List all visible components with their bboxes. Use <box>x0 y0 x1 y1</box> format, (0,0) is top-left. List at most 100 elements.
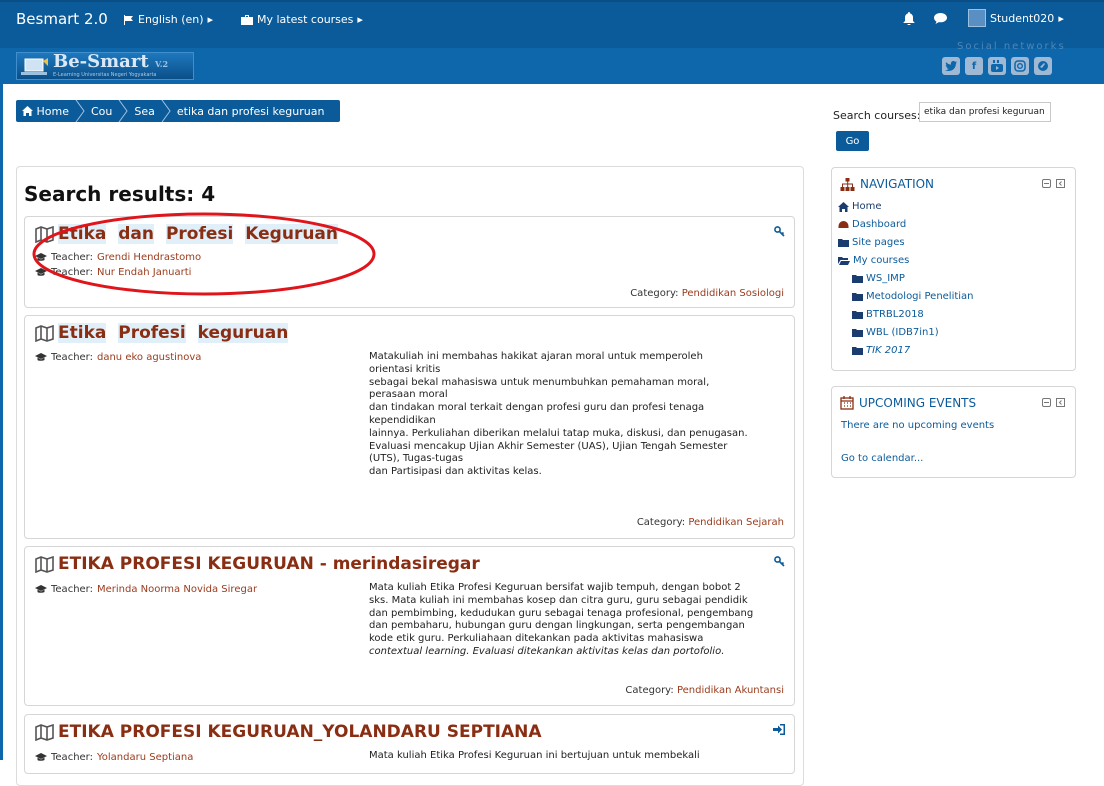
language-label: English (en) <box>138 13 204 26</box>
enrol-icon[interactable] <box>773 724 785 735</box>
twitter-icon[interactable] <box>942 57 960 75</box>
search-go-button[interactable]: Go <box>836 131 869 151</box>
nav-my-courses[interactable]: My courses <box>838 255 909 266</box>
logo-subtitle: E-Learning Universitas Negeri Yogyakarta <box>53 72 157 78</box>
dock-icon[interactable] <box>1056 398 1065 407</box>
briefcase-icon <box>241 14 253 25</box>
teacher-link[interactable]: Merinda Noorma Novida Siregar <box>97 584 257 595</box>
language-menu[interactable]: English (en) ▸ <box>123 13 213 26</box>
breadcrumb: Home Cou Sea etika dan profesi keguruan <box>16 100 341 122</box>
course-title-link[interactable]: Etika Profesi keguruan <box>35 323 289 343</box>
key-icon[interactable] <box>774 556 785 567</box>
top-navbar: Besmart 2.0 English (en) ▸ My latest cou… <box>0 0 1104 48</box>
computer-logo-icon <box>21 58 48 75</box>
breadcrumb-separator-icon <box>118 100 128 122</box>
category-row: Category: Pendidikan Akuntansi <box>625 685 784 696</box>
breadcrumb-separator-icon <box>161 100 171 122</box>
web-icon[interactable] <box>1034 57 1052 75</box>
nav-course-tik2017[interactable]: TIK 2017 <box>852 345 910 356</box>
nav-dashboard[interactable]: Dashboard <box>838 219 906 230</box>
sitemap-icon <box>840 177 855 191</box>
course-summary: Mata kuliah Etika Profesi Keguruan ini b… <box>369 750 700 761</box>
category-link[interactable]: Pendidikan Akuntansi <box>677 685 784 696</box>
category-row: Category: Pendidikan Sosiologi <box>630 288 784 299</box>
home-icon <box>838 201 849 212</box>
category-link[interactable]: Pendidikan Sosiologi <box>682 288 784 299</box>
chat-icon[interactable] <box>934 13 947 24</box>
course-result-3: ETIKA PROFESI KEGURUAN - merindasiregar … <box>24 546 795 706</box>
page-left-border <box>0 84 3 760</box>
folder-icon <box>852 347 863 355</box>
social-networks-label: Social networks <box>957 41 1066 52</box>
breadcrumb-search[interactable]: Sea <box>128 100 161 122</box>
folder-icon <box>852 293 863 301</box>
nav-home[interactable]: Home <box>838 201 882 212</box>
course-map-icon <box>35 324 54 342</box>
caret-right-icon: ▸ <box>207 13 214 26</box>
avatar <box>968 9 986 27</box>
course-summary: Mata kuliah Etika Profesi Keguruan bersi… <box>369 582 754 657</box>
nav-site-pages[interactable]: Site pages <box>838 237 905 248</box>
site-brand[interactable]: Besmart 2.0 <box>16 10 108 28</box>
youtube-icon[interactable] <box>988 57 1006 75</box>
annotation-ellipse <box>32 212 376 296</box>
teacher-link[interactable]: danu eko agustinova <box>97 352 201 363</box>
folder-icon <box>852 275 863 283</box>
instagram-icon[interactable] <box>1011 57 1029 75</box>
calendar-icon <box>840 396 854 410</box>
site-banner: Be-Smart V.2 E-Learning Universitas Nege… <box>0 41 1104 84</box>
course-title-link[interactable]: ETIKA PROFESI KEGURUAN_YOLANDARU SEPTIAN… <box>35 722 542 742</box>
nav-course-wbl[interactable]: WBL (IDB7in1) <box>852 327 939 338</box>
user-menu[interactable]: Student020 ▸ <box>968 9 1064 27</box>
go-to-calendar-link[interactable]: Go to calendar... <box>841 453 923 464</box>
my-courses-label: My latest courses <box>257 13 354 26</box>
category-row: Category: Pendidikan Sejarah <box>636 517 784 528</box>
navigation-block: NAVIGATION <box>831 167 1076 371</box>
bell-icon[interactable] <box>903 12 915 25</box>
course-summary: Matakuliah ini membahas hakikat ajaran m… <box>369 351 748 478</box>
dock-icon[interactable] <box>1056 179 1065 188</box>
collapse-icon[interactable] <box>1042 179 1051 188</box>
site-logo[interactable]: Be-Smart V.2 E-Learning Universitas Nege… <box>16 51 194 80</box>
nav-course-ws-imp[interactable]: WS_IMP <box>852 273 905 284</box>
breadcrumb-courses[interactable]: Cou <box>85 100 118 122</box>
search-courses-input[interactable] <box>919 102 1051 122</box>
teacher-row: Teacher: Merinda Noorma Novida Siregar <box>35 584 257 595</box>
category-link[interactable]: Pendidikan Sejarah <box>688 517 784 528</box>
course-map-icon <box>35 723 54 741</box>
folder-open-icon <box>838 257 850 265</box>
navigation-block-header: NAVIGATION <box>840 177 934 191</box>
key-icon[interactable] <box>774 226 785 237</box>
facebook-icon[interactable]: f <box>965 57 983 75</box>
nav-course-metodologi[interactable]: Metodologi Penelitian <box>852 291 974 302</box>
logo-title: Be-Smart V.2 <box>53 51 169 72</box>
caret-right-icon: ▸ <box>1058 11 1064 25</box>
teacher-row: Teacher: Yolandaru Septiana <box>35 752 193 763</box>
course-map-icon <box>35 555 54 573</box>
events-block-header: UPCOMING EVENTS <box>840 396 976 410</box>
teacher-link[interactable]: Yolandaru Septiana <box>97 752 193 763</box>
no-events-text: There are no upcoming events <box>841 420 995 431</box>
graduation-cap-icon <box>35 585 47 593</box>
nav-course-btrbl2018[interactable]: BTRBL2018 <box>852 309 924 320</box>
collapse-icon[interactable] <box>1042 398 1051 407</box>
course-result-2: Etika Profesi keguruan Teacher: danu eko… <box>24 315 795 539</box>
folder-icon <box>852 311 863 319</box>
dashboard-icon <box>838 220 849 228</box>
graduation-cap-icon <box>35 753 47 761</box>
breadcrumb-home[interactable]: Home <box>16 100 75 122</box>
caret-right-icon: ▸ <box>357 13 363 26</box>
breadcrumb-current: etika dan profesi keguruan <box>176 104 325 118</box>
folder-icon <box>852 329 863 337</box>
page-title: Search results: 4 <box>24 182 216 206</box>
course-result-4: ETIKA PROFESI KEGURUAN_YOLANDARU SEPTIAN… <box>24 714 795 774</box>
course-title-link[interactable]: ETIKA PROFESI KEGURUAN - merindasiregar <box>35 554 480 574</box>
my-courses-menu[interactable]: My latest courses ▸ <box>241 13 363 26</box>
upcoming-events-block: UPCOMING EVENTS There are no upcoming ev… <box>831 386 1076 478</box>
folder-icon <box>838 239 849 247</box>
user-name: Student020 <box>990 11 1055 25</box>
home-icon <box>22 106 33 116</box>
flag-icon <box>124 14 133 25</box>
teacher-row: Teacher: danu eko agustinova <box>35 352 201 363</box>
breadcrumb-home-label: Home <box>36 104 69 118</box>
